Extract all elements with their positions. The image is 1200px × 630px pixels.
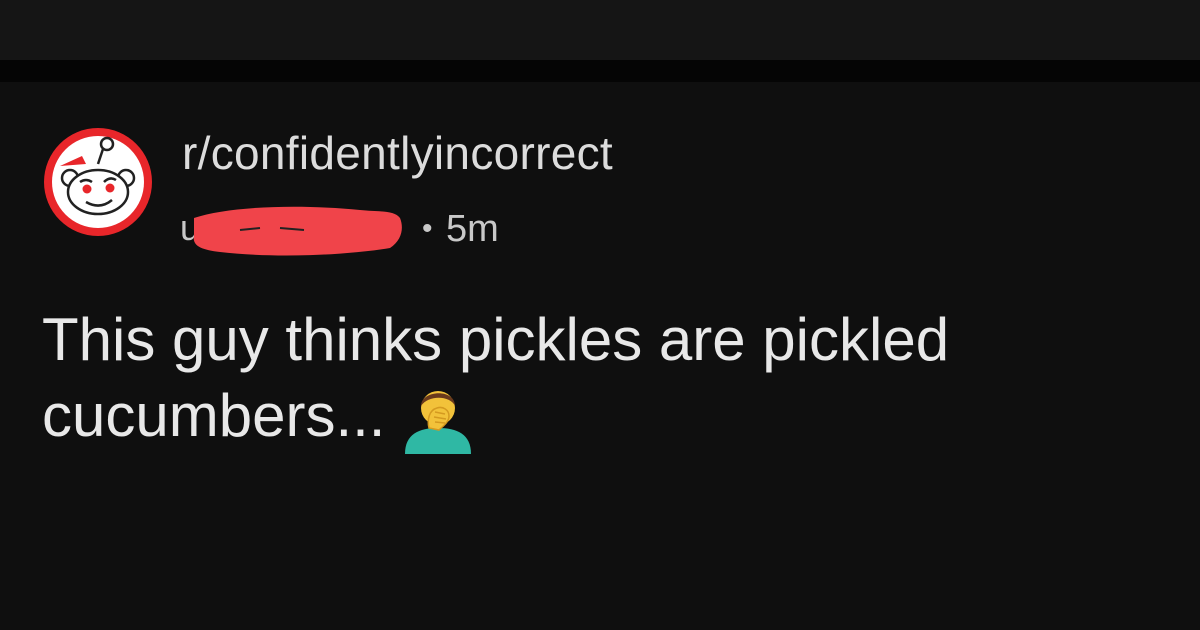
username-redaction: u bbox=[180, 206, 402, 256]
subreddit-avatar-icon[interactable] bbox=[42, 126, 154, 238]
section-divider bbox=[0, 60, 1200, 82]
top-bar bbox=[0, 0, 1200, 60]
subreddit-name[interactable]: r/confidentlyincorrect bbox=[182, 126, 613, 180]
post-age: 5m bbox=[446, 208, 499, 250]
post-meta: u • 5m bbox=[180, 200, 540, 260]
man-facepalming-icon bbox=[405, 391, 472, 454]
post-title[interactable]: This guy thinks pickles are pickled cucu… bbox=[42, 304, 1182, 454]
post-title-text: This guy thinks pickles are pickled cucu… bbox=[42, 306, 950, 449]
post-card[interactable]: r/confidentlyincorrect u • 5m This guy t… bbox=[0, 82, 1200, 630]
meta-separator: • bbox=[422, 212, 433, 245]
